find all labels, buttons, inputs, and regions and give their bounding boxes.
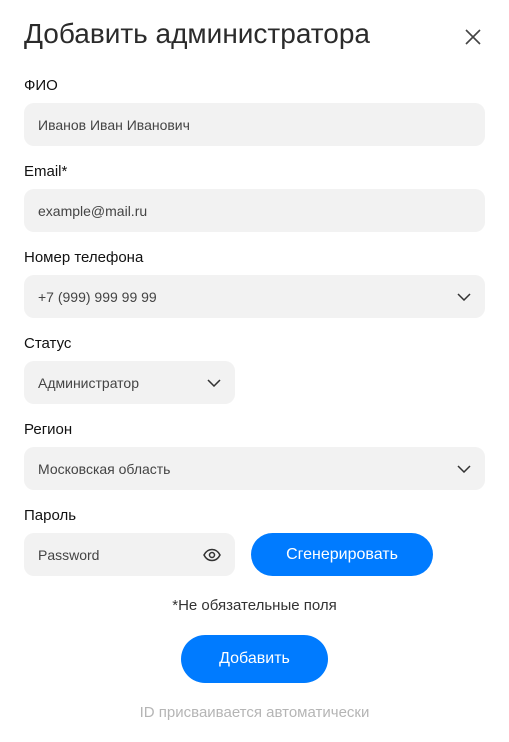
- fio-input[interactable]: Иванов Иван Иванович: [24, 103, 485, 146]
- id-note: ID присваивается автоматически: [139, 704, 370, 721]
- email-value: example@mail.ru: [38, 202, 148, 219]
- email-input[interactable]: example@mail.ru: [24, 189, 485, 232]
- email-label: Email*: [24, 163, 68, 180]
- optional-fields-note: *Не обязательные поля: [172, 597, 337, 614]
- chevron-down-icon: [457, 464, 471, 473]
- close-icon[interactable]: [462, 26, 484, 48]
- password-input[interactable]: Password: [24, 533, 235, 576]
- region-value: Московская область: [38, 460, 171, 477]
- status-value: Администратор: [38, 374, 140, 391]
- status-label: Статус: [24, 335, 72, 352]
- add-button[interactable]: Добавить: [181, 635, 328, 683]
- fio-value: Иванов Иван Иванович: [38, 116, 190, 133]
- phone-select[interactable]: +7 (999) 999 99 99: [24, 275, 485, 318]
- phone-value: +7 (999) 999 99 99: [38, 288, 157, 305]
- region-select[interactable]: Московская область: [24, 447, 485, 490]
- generate-password-button[interactable]: Сгенерировать: [251, 533, 433, 576]
- chevron-down-icon: [457, 292, 471, 301]
- password-placeholder: Password: [38, 546, 100, 563]
- status-select[interactable]: Администратор: [24, 361, 235, 404]
- phone-label: Номер телефона: [24, 249, 144, 266]
- dialog-title: Добавить администратора: [24, 18, 371, 49]
- chevron-down-icon: [207, 378, 221, 387]
- fio-label: ФИО: [24, 77, 58, 94]
- password-label: Пароль: [24, 507, 77, 524]
- eye-icon[interactable]: [203, 548, 221, 562]
- region-label: Регион: [24, 421, 73, 438]
